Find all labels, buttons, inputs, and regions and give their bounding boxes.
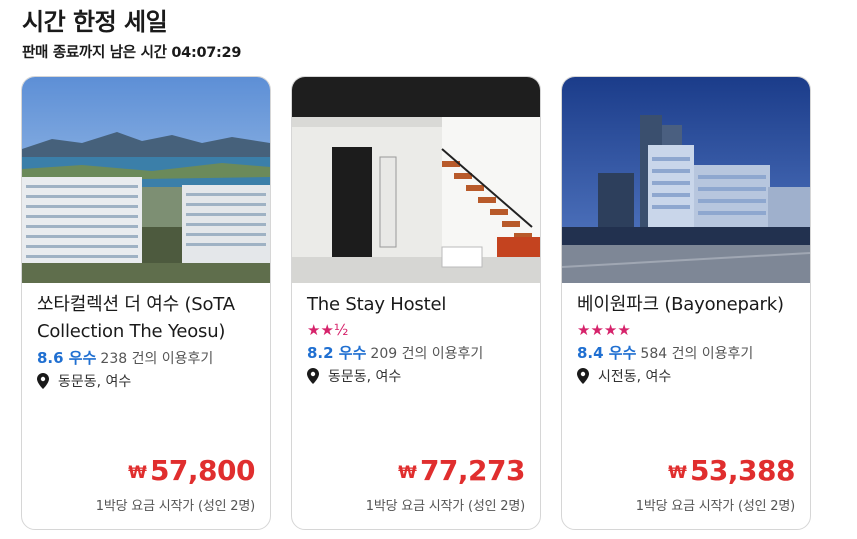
review-count: 584 건의 이용후기	[640, 346, 754, 362]
star-rating: ★★½	[307, 321, 349, 339]
review-score: 8.4 우수	[577, 344, 637, 362]
hotel-photo	[562, 77, 810, 283]
star-rating: ★★★★	[577, 321, 631, 339]
price-value: 77,273	[419, 454, 526, 487]
review-count: 238 건의 이용후기	[100, 351, 214, 367]
review-count: 209 건의 이용후기	[370, 346, 484, 362]
price-note: 1박당 요금 시작가 (성인 2명)	[635, 499, 795, 514]
page-title: 시간 한정 세일	[22, 8, 168, 36]
hotel-name[interactable]: 쏘타컬렉션 더 여수 (SoTA Collection The Yeosu)	[37, 291, 255, 345]
rating-row: 8.6 우수 238 건의 이용후기	[37, 347, 255, 368]
location-pin-icon	[577, 368, 589, 384]
won-icon: ₩	[398, 463, 417, 483]
hotel-name[interactable]: The Stay Hostel	[307, 291, 525, 318]
location-text: 동문동, 여수	[58, 374, 132, 390]
location-pin-icon	[307, 368, 319, 384]
hotel-photo	[292, 77, 540, 283]
price-note: 1박당 요금 시작가 (성인 2명)	[95, 499, 255, 514]
won-icon: ₩	[128, 463, 147, 483]
price-row: ₩53,388	[668, 454, 795, 487]
location-row: 동문동, 여수	[37, 371, 255, 391]
location-pin-icon	[37, 373, 49, 389]
hotel-card-sota[interactable]: 쏘타컬렉션 더 여수 (SoTA Collection The Yeosu) 8…	[21, 76, 271, 530]
price-row: ₩77,273	[398, 454, 525, 487]
hotel-card-bayonepark[interactable]: 베이원파크 (Bayonepark) ★★★★ 8.4 우수 584 건의 이용후…	[561, 76, 811, 530]
rating-row: 8.2 우수 209 건의 이용후기	[307, 342, 525, 363]
location-text: 시전동, 여수	[598, 369, 672, 385]
location-row: 시전동, 여수	[577, 366, 795, 386]
hotel-card-the-stay[interactable]: The Stay Hostel ★★½ 8.2 우수 209 건의 이용후기 동문…	[291, 76, 541, 530]
review-score: 8.2 우수	[307, 344, 367, 362]
price-row: ₩57,800	[128, 454, 255, 487]
review-score: 8.6 우수	[37, 349, 97, 367]
price-value: 53,388	[689, 454, 796, 487]
sale-countdown: 판매 종료까지 남은 시간 04:07:29	[22, 45, 242, 61]
rating-row: 8.4 우수 584 건의 이용후기	[577, 342, 795, 363]
location-text: 동문동, 여수	[328, 369, 402, 385]
location-row: 동문동, 여수	[307, 366, 525, 386]
hotel-name[interactable]: 베이원파크 (Bayonepark)	[577, 291, 795, 318]
price-value: 57,800	[149, 454, 256, 487]
price-note: 1박당 요금 시작가 (성인 2명)	[365, 499, 525, 514]
hotel-photo	[22, 77, 270, 283]
won-icon: ₩	[668, 463, 687, 483]
